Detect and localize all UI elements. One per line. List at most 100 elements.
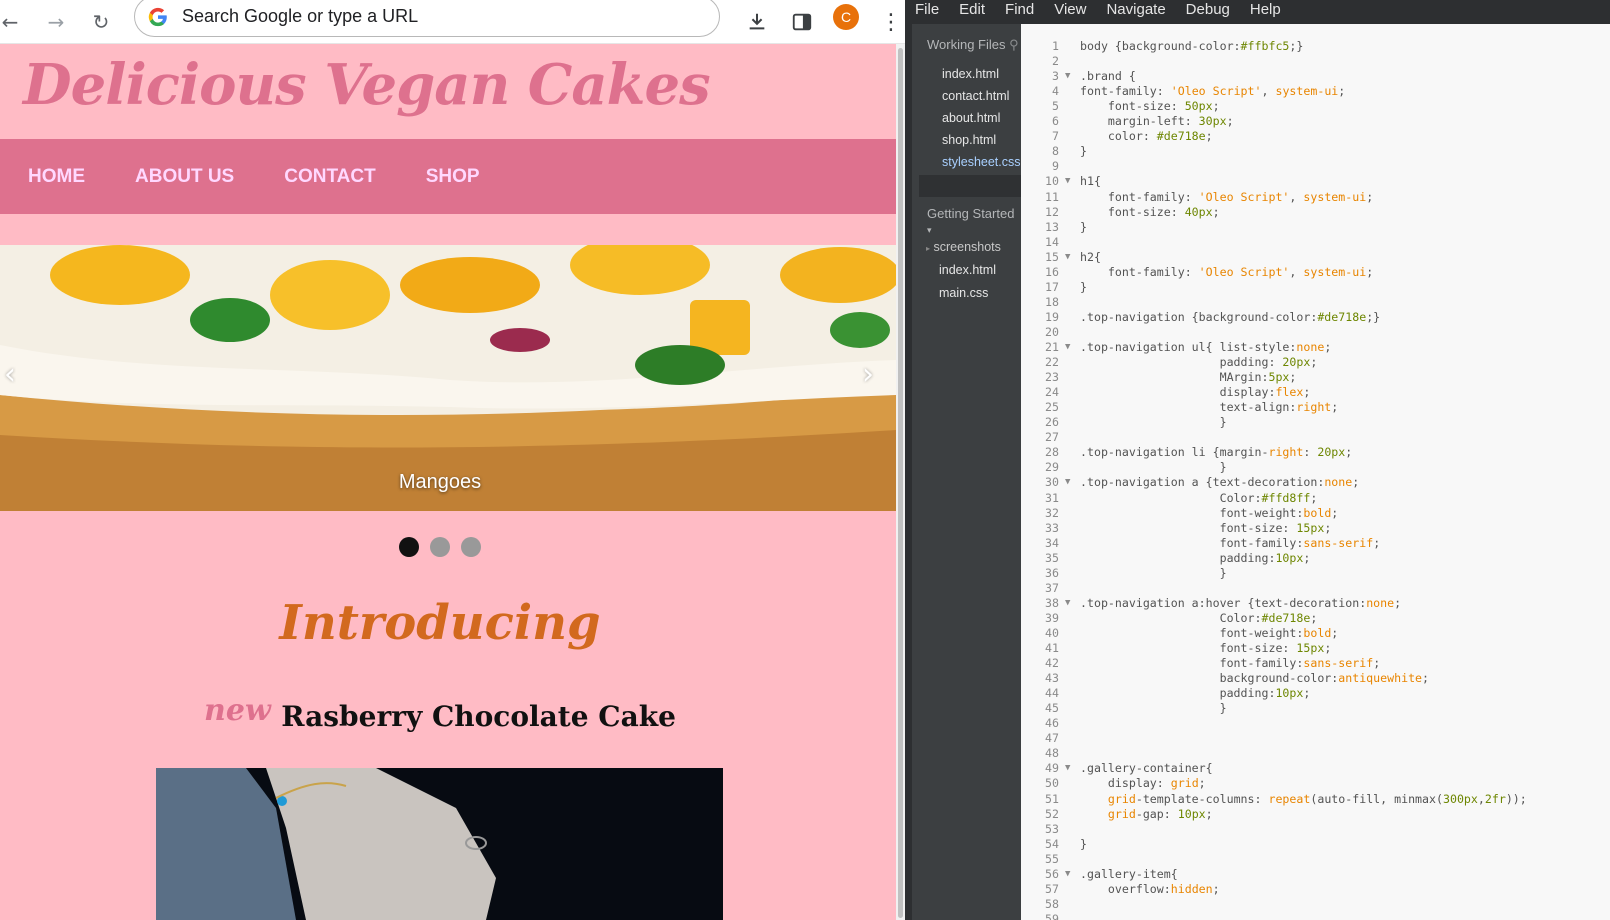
line-number: 51	[1045, 791, 1059, 806]
nav-shop[interactable]: SHOP	[426, 166, 480, 188]
working-files-title: Working Files ⚲	[927, 37, 1019, 53]
menu-debug[interactable]: Debug	[1176, 1, 1240, 18]
fold-toggle-icon[interactable]: ▼	[1065, 250, 1070, 265]
code-text: .brand {	[1080, 69, 1136, 84]
project-title[interactable]: Getting Started ▾	[927, 206, 1021, 236]
line-number: 58	[1045, 896, 1059, 911]
fold-toggle-icon[interactable]: ▼	[1065, 475, 1070, 490]
code-area[interactable]: 1 body {background-color:#ffbfc5;} 2 3 ▼ .bra…	[1021, 24, 1610, 920]
slider-prev-arrow[interactable]: ‹	[4, 357, 16, 392]
google-logo-icon	[146, 5, 170, 29]
line-number: 30	[1045, 475, 1059, 490]
fold-toggle-icon[interactable]: ▼	[1065, 174, 1070, 189]
code-text: .top-navigation ul{ list-style:none;	[1080, 340, 1332, 354]
nav-contact[interactable]: CONTACT	[284, 166, 375, 188]
line-number: 23	[1045, 370, 1059, 385]
code-text: font-size: 15px;	[1080, 641, 1332, 655]
line-number: 31	[1045, 490, 1059, 505]
project-folder-screenshots[interactable]: ▸ screenshots	[926, 240, 1001, 254]
selected-file-highlight	[919, 175, 1028, 197]
line-number: 9	[1052, 159, 1059, 174]
arrow-right-icon[interactable]: →	[40, 6, 72, 38]
code-text: font-family: 'Oleo Script', system-ui;	[1080, 264, 1374, 279]
code-text: text-align:right;	[1080, 400, 1339, 415]
fold-toggle-icon[interactable]: ▼	[1065, 340, 1070, 355]
code-text: font-family:sans-serif;	[1080, 656, 1381, 671]
omnibox[interactable]: Search Google or type a URL	[134, 0, 720, 37]
side-panel-icon[interactable]	[786, 6, 818, 38]
slider-dot-2[interactable]	[430, 537, 450, 557]
editor-menubar: File Edit Find View Navigate Debug Help	[905, 0, 1291, 24]
code-text: font-weight:bold;	[1080, 625, 1339, 640]
line-number: 35	[1045, 550, 1059, 565]
line-number: 6	[1052, 114, 1059, 129]
reload-icon[interactable]: ↻	[85, 6, 117, 38]
project-file-index[interactable]: index.html	[939, 263, 996, 277]
download-icon[interactable]	[741, 6, 773, 38]
fold-toggle-icon[interactable]: ▼	[1065, 596, 1070, 611]
fold-toggle-icon[interactable]: ▼	[1065, 867, 1070, 882]
line-number: 24	[1045, 385, 1059, 400]
image-slider: ‹ › Mangoes	[0, 245, 896, 511]
code-text: .gallery-item{	[1080, 866, 1178, 881]
code-text: }	[1080, 701, 1227, 716]
slider-dot-1[interactable]	[399, 537, 419, 557]
intro-heading: Introducing	[279, 595, 601, 651]
menu-view[interactable]: View	[1044, 1, 1096, 18]
code-text: font-family: 'Oleo Script', system-ui;	[1080, 189, 1374, 204]
line-number: 28	[1045, 445, 1059, 460]
working-file-contact[interactable]: contact.html	[942, 89, 1009, 103]
new-label-text: NEW	[204, 693, 271, 728]
working-file-about[interactable]: about.html	[942, 111, 1000, 125]
code-text: }	[1080, 279, 1087, 294]
line-number: 55	[1045, 851, 1059, 866]
line-number: 42	[1045, 656, 1059, 671]
fold-toggle-icon[interactable]: ▼	[1065, 761, 1070, 776]
slider-next-arrow[interactable]: ›	[862, 357, 874, 392]
project-title-label: Getting Started	[927, 206, 1015, 221]
menu-help[interactable]: Help	[1240, 1, 1291, 18]
line-number: 32	[1045, 505, 1059, 520]
chevron-down-icon: ▾	[927, 225, 932, 235]
line-number: 45	[1045, 701, 1059, 716]
slider-dot-3[interactable]	[461, 537, 481, 557]
arrow-left-icon[interactable]: ←	[0, 6, 26, 38]
nav-about-us[interactable]: ABOUT US	[135, 166, 234, 188]
line-number: 59	[1045, 911, 1059, 920]
code-text: grid-template-columns: repeat(auto-fill,…	[1107, 791, 1527, 806]
code-text: padding:10px;	[1080, 550, 1311, 565]
project-file-main-css[interactable]: main.css	[939, 286, 988, 300]
scroll-thumb[interactable]	[898, 48, 903, 918]
working-file-index[interactable]: index.html	[942, 67, 999, 81]
menu-edit[interactable]: Edit	[949, 1, 995, 18]
line-number: 15	[1045, 249, 1059, 264]
brand-title: Delicious Vegan Cakes	[23, 52, 711, 118]
search-icon[interactable]: ⚲	[1009, 37, 1019, 52]
code-text: overflow:hidden;	[1080, 881, 1220, 896]
line-number: 57	[1045, 881, 1059, 896]
working-file-stylesheet[interactable]: stylesheet.css	[942, 155, 1021, 169]
line-number: 49	[1045, 761, 1059, 776]
kebab-menu-icon[interactable]: ⋮	[875, 6, 905, 38]
menu-find[interactable]: Find	[995, 1, 1044, 18]
line-number: 26	[1045, 415, 1059, 430]
profile-avatar[interactable]: C	[833, 4, 859, 30]
browser-window: ← → ↻ Search Google or type a URL C ⋮ De…	[0, 0, 905, 920]
line-number: 21	[1045, 340, 1059, 354]
line-number: 41	[1045, 641, 1059, 655]
code-text: color: #de718e;	[1080, 129, 1213, 144]
menu-navigate[interactable]: Navigate	[1096, 1, 1175, 18]
code-text: font-family: 'Oleo Script', system-ui;	[1080, 84, 1346, 99]
new-cake-heading: NEW Rasberry Chocolate Cake	[0, 693, 880, 733]
slide-caption: Mangoes	[398, 471, 482, 493]
line-number: 38	[1045, 595, 1059, 610]
code-text: }	[1080, 219, 1087, 234]
menu-file[interactable]: File	[905, 1, 949, 18]
nav-home[interactable]: HOME	[28, 166, 85, 188]
fold-toggle-icon[interactable]: ▼	[1065, 69, 1070, 84]
working-file-shop[interactable]: shop.html	[942, 133, 996, 147]
browser-scrollbar[interactable]	[896, 44, 905, 920]
line-number: 53	[1045, 821, 1059, 836]
line-number: 19	[1045, 309, 1059, 324]
code-text: padding:10px;	[1080, 686, 1311, 701]
